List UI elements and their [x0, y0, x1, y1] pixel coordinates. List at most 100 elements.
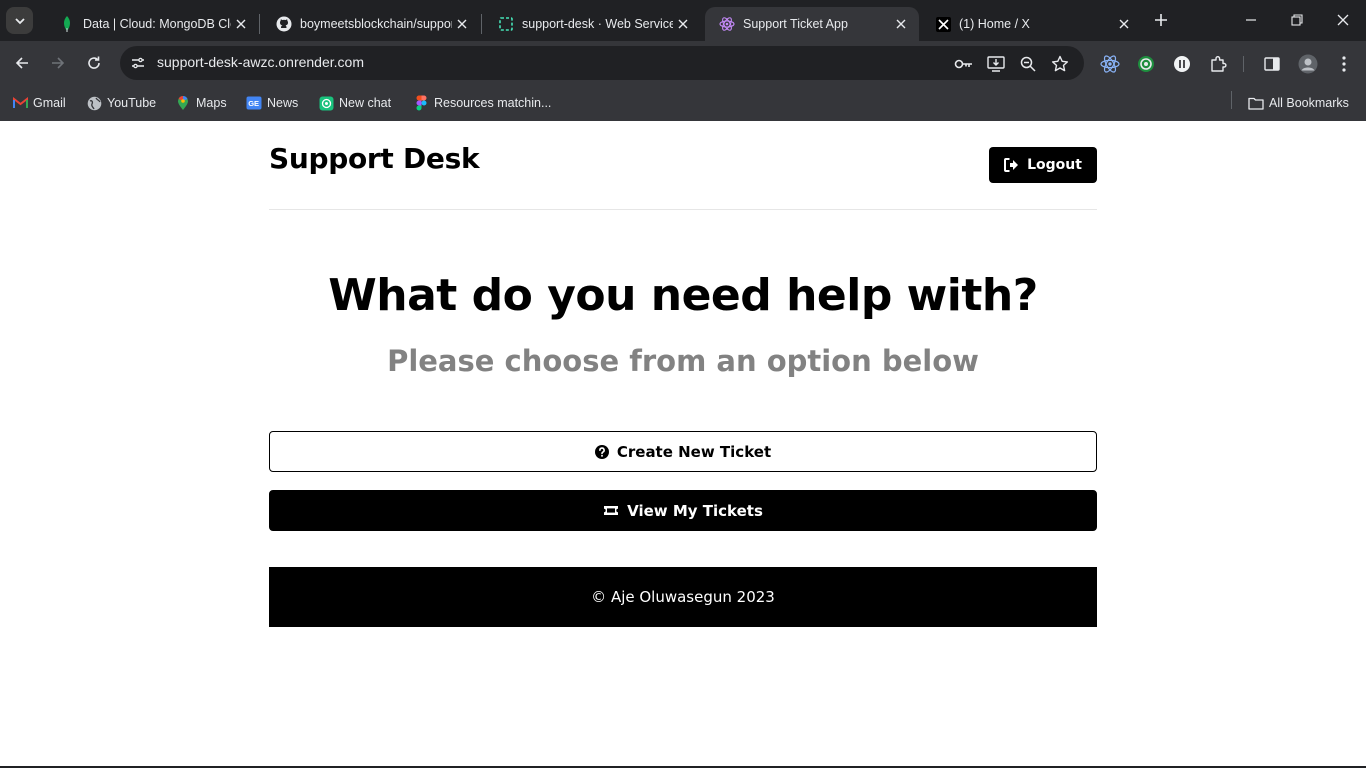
- zoom-out-icon: [1020, 56, 1036, 72]
- arrow-left-icon: [15, 57, 28, 69]
- bookmark-label: Gmail: [33, 96, 66, 110]
- maps-pin-icon: [175, 95, 191, 111]
- password-key-button[interactable]: [953, 53, 975, 75]
- app-container: Support Desk Logout What do you need hel…: [269, 121, 1097, 766]
- tab-x[interactable]: (1) Home / X: [921, 7, 1142, 41]
- close-icon[interactable]: [452, 14, 472, 34]
- tab-strip: Data | Cloud: MongoDB Cloud boymeetsbloc…: [0, 0, 1366, 41]
- install-app-button[interactable]: [985, 53, 1007, 75]
- globe-icon: [86, 95, 102, 111]
- zoom-button[interactable]: [1017, 53, 1039, 75]
- restore-icon: [1291, 14, 1303, 26]
- extension-white-circle[interactable]: [1171, 53, 1193, 75]
- view-my-tickets-button[interactable]: View My Tickets: [269, 490, 1097, 531]
- bookmark-gmail[interactable]: Gmail: [12, 92, 66, 114]
- reload-icon: [88, 56, 100, 69]
- bookmark-new-chat[interactable]: New chat: [318, 92, 391, 114]
- mongodb-leaf-icon: [59, 16, 75, 32]
- all-bookmarks-button[interactable]: All Bookmarks: [1248, 92, 1349, 114]
- tab-search-button[interactable]: [6, 7, 33, 34]
- close-window-button[interactable]: [1320, 0, 1366, 40]
- avatar-icon: [1298, 54, 1318, 74]
- logout-label: Logout: [1027, 157, 1082, 173]
- close-icon[interactable]: [1114, 14, 1134, 34]
- reload-button[interactable]: [80, 49, 108, 77]
- create-new-ticket-button[interactable]: Create New Ticket: [269, 431, 1097, 472]
- profile-button[interactable]: [1297, 53, 1319, 75]
- chatgpt-icon: [318, 95, 334, 111]
- plus-icon: [1155, 14, 1167, 26]
- close-icon[interactable]: [673, 14, 693, 34]
- restore-button[interactable]: [1274, 0, 1320, 40]
- tab-github[interactable]: boymeetsblockchain/support-desk: [262, 7, 480, 41]
- extensions-button[interactable]: [1207, 53, 1229, 75]
- extension-green-circle[interactable]: [1135, 53, 1157, 75]
- tab-mongodb[interactable]: Data | Cloud: MongoDB Cloud: [45, 7, 259, 41]
- arrow-right-icon: [52, 57, 65, 69]
- bookmark-news[interactable]: GE News: [246, 92, 298, 114]
- bookmark-resources[interactable]: Resources matchin...: [413, 92, 551, 114]
- address-bar[interactable]: support-desk-awzc.onrender.com: [120, 46, 1084, 80]
- close-icon[interactable]: [891, 14, 911, 34]
- folder-icon: [1248, 95, 1264, 111]
- bookmark-label: All Bookmarks: [1269, 96, 1349, 110]
- tab-title: (1) Home / X: [959, 17, 1030, 31]
- footer-copyright: © Aje Oluwasegun 2023: [591, 588, 775, 606]
- close-icon[interactable]: [231, 14, 251, 34]
- tab-separator: [259, 14, 260, 34]
- create-ticket-label: Create New Ticket: [616, 442, 772, 461]
- sign-out-icon: [1004, 158, 1019, 172]
- extension-badge-icon: [1174, 56, 1190, 72]
- page-heading: What do you need help with?: [328, 270, 1038, 321]
- side-panel-icon: [1264, 57, 1280, 71]
- tab-render[interactable]: support-desk · Web Service: [484, 7, 701, 41]
- chevron-down-icon: [14, 17, 25, 24]
- puzzle-piece-icon: [1211, 56, 1227, 72]
- x-logo-icon: [935, 16, 951, 32]
- close-icon: [1337, 14, 1349, 26]
- bookmark-label: YouTube: [107, 96, 157, 110]
- forward-button[interactable]: [44, 49, 72, 77]
- github-icon: [276, 16, 292, 32]
- news-icon: GE: [246, 95, 262, 111]
- tab-title: Data | Cloud: MongoDB Cloud: [83, 17, 231, 31]
- bookmarks-divider: [1231, 91, 1232, 109]
- bookmark-label: New chat: [339, 96, 392, 110]
- extension-react-devtools[interactable]: [1099, 53, 1121, 75]
- page-subheading: Please choose from an option below: [387, 344, 979, 378]
- back-button[interactable]: [8, 49, 36, 77]
- minimize-icon: [1246, 19, 1256, 21]
- new-tab-button[interactable]: [1149, 8, 1173, 32]
- minimize-button[interactable]: [1228, 0, 1274, 40]
- figma-icon: [413, 95, 429, 111]
- toolbar-divider: [1243, 56, 1244, 72]
- question-circle-icon: [594, 444, 609, 459]
- svg-text:GE: GE: [248, 99, 259, 108]
- site-title[interactable]: Support Desk: [269, 142, 480, 175]
- tab-title: Support Ticket App: [743, 17, 848, 31]
- tab-support-ticket-app[interactable]: Support Ticket App: [705, 7, 919, 41]
- tab-title: support-desk · Web Service: [522, 17, 673, 31]
- render-icon: [498, 16, 514, 32]
- url-text[interactable]: support-desk-awzc.onrender.com: [157, 54, 364, 70]
- side-panel-button[interactable]: [1261, 53, 1283, 75]
- star-icon: [1051, 55, 1069, 72]
- bookmark-label: Resources matchin...: [434, 96, 552, 110]
- bookmark-youtube[interactable]: YouTube: [86, 92, 156, 114]
- gmail-icon: [12, 95, 28, 111]
- page-viewport: Support Desk Logout What do you need hel…: [0, 121, 1366, 766]
- react-atom-icon: [1100, 55, 1120, 73]
- bookmark-maps[interactable]: Maps: [175, 92, 227, 114]
- bookmarks-bar: Gmail YouTube Maps GE News New chat Reso…: [0, 85, 1366, 121]
- logout-button[interactable]: Logout: [989, 147, 1097, 183]
- view-tickets-label: View My Tickets: [627, 501, 763, 520]
- install-icon: [987, 56, 1005, 72]
- browser-menu-button[interactable]: [1333, 53, 1355, 75]
- react-atom-icon: [719, 16, 735, 32]
- target-circle-icon: [1138, 56, 1154, 72]
- more-vert-icon: [1342, 56, 1346, 72]
- bookmark-star-button[interactable]: [1049, 53, 1071, 75]
- site-info-button[interactable]: [126, 51, 150, 75]
- tune-icon: [132, 57, 144, 69]
- page-footer: © Aje Oluwasegun 2023: [269, 567, 1097, 627]
